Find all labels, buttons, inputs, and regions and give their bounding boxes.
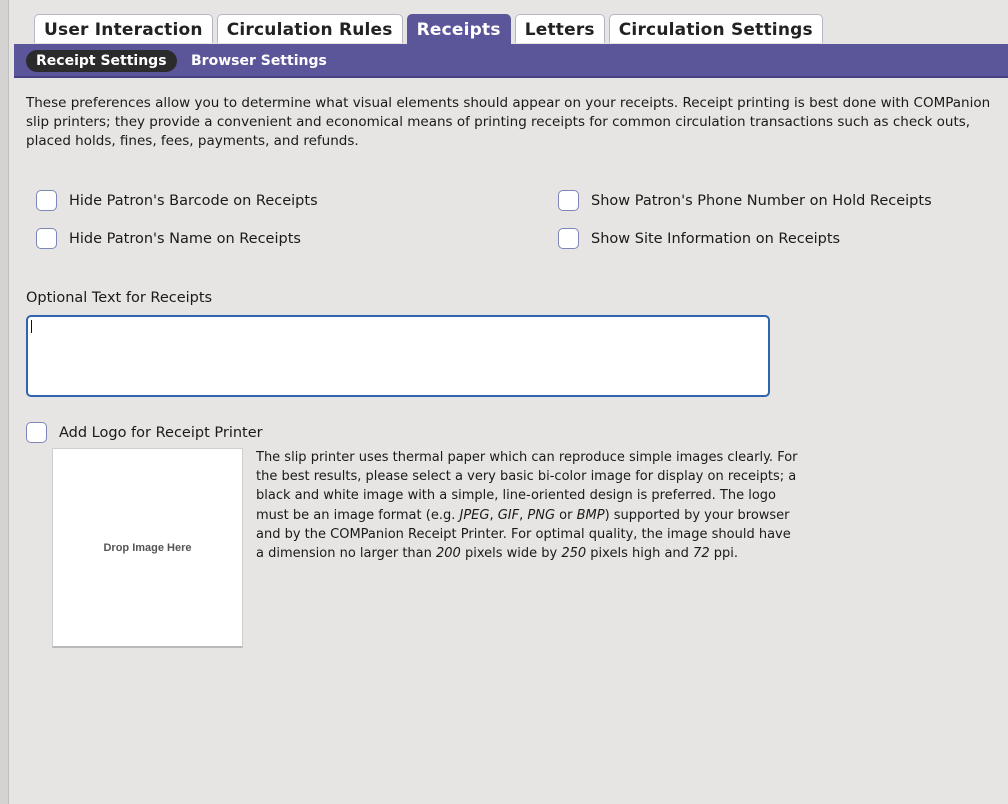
subtab-bar: Receipt Settings Browser Settings [14,44,1008,78]
optional-text-input[interactable] [26,315,770,397]
logo-help-text: The slip printer uses thermal paper whic… [256,450,798,562]
window-left-edge [0,0,9,804]
tab-circulation-settings[interactable]: Circulation Settings [608,14,823,43]
hide-name-label: Hide Patron's Name on Receipts [69,230,301,247]
hide-name-checkbox[interactable] [36,228,57,249]
drop-zone-label: Drop Image Here [103,541,192,554]
option-hide-barcode[interactable]: Hide Patron's Barcode on Receipts [36,190,318,211]
logo-drop-zone[interactable]: Drop Image Here [52,448,243,648]
tab-letters[interactable]: Letters [514,14,605,43]
show-site-checkbox[interactable] [558,228,579,249]
option-show-site[interactable]: Show Site Information on Receipts [558,228,840,249]
option-hide-name[interactable]: Hide Patron's Name on Receipts [36,228,301,249]
add-logo-checkbox[interactable] [26,422,47,443]
show-site-label: Show Site Information on Receipts [591,230,841,247]
subtab-receipt-settings[interactable]: Receipt Settings [26,50,177,72]
description-text: These preferences allow you to determine… [26,95,991,149]
hide-barcode-checkbox[interactable] [36,190,57,211]
tab-circulation-rules[interactable]: Circulation Rules [216,14,403,43]
text-caret [31,320,32,333]
subtab-browser-settings[interactable]: Browser Settings [181,50,337,72]
option-add-logo[interactable]: Add Logo for Receipt Printer [26,422,263,443]
add-logo-label: Add Logo for Receipt Printer [59,424,263,441]
show-phone-checkbox[interactable] [558,190,579,211]
show-phone-label: Show Patron's Phone Number on Hold Recei… [591,192,932,209]
optional-text-label: Optional Text for Receipts [26,290,213,306]
tab-user-interaction[interactable]: User Interaction [34,14,213,43]
hide-barcode-label: Hide Patron's Barcode on Receipts [69,192,318,209]
option-show-phone[interactable]: Show Patron's Phone Number on Hold Recei… [558,190,932,211]
main-tabs: User Interaction Circulation Rules Recei… [34,14,827,44]
tab-receipts[interactable]: Receipts [406,14,511,44]
